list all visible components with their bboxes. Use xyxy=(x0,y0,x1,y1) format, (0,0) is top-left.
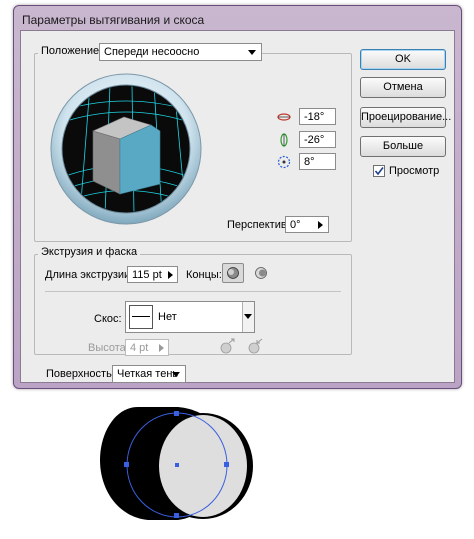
bevel-label: Скос: xyxy=(94,313,122,325)
chevron-right-icon xyxy=(159,344,164,352)
rotation-track-cube[interactable] xyxy=(50,73,202,225)
perspective-value: 0° xyxy=(290,219,301,231)
cap-on-button[interactable] xyxy=(222,263,244,283)
ok-button[interactable]: OK xyxy=(360,49,446,70)
rotate-y-icon xyxy=(280,133,288,147)
chevron-down-icon xyxy=(244,314,252,319)
title-bar[interactable]: Параметры вытягивания и скоса xyxy=(14,6,461,30)
rotate-x-field[interactable]: -18° xyxy=(299,108,336,125)
extrude-depth-field[interactable]: 115 pt xyxy=(127,266,178,283)
rotate-z-icon xyxy=(277,155,291,169)
bevel-out-icon[interactable] xyxy=(218,337,236,355)
cancel-button[interactable]: Отмена xyxy=(360,77,446,98)
chevron-down-icon xyxy=(248,50,256,55)
surface-dropdown[interactable]: Четкая тень xyxy=(112,365,186,383)
rotate-y-value: -26° xyxy=(304,134,325,146)
more-options-button[interactable]: Больше xyxy=(360,136,446,157)
bevel-preview xyxy=(129,305,153,329)
height-label: Высота: xyxy=(88,342,129,354)
perspective-field[interactable]: 0° xyxy=(285,216,329,233)
caps-label: Концы: xyxy=(186,269,222,281)
surface-value: Четкая тень xyxy=(117,368,179,380)
bevel-value: Нет xyxy=(158,311,177,323)
extrude-bevel-label: Экструзия и фаска xyxy=(38,246,141,258)
rotate-z-value: 8° xyxy=(304,156,315,168)
artboard-cylinder[interactable] xyxy=(100,395,265,530)
cap-on-icon xyxy=(227,267,239,279)
rotate-x-value: -18° xyxy=(304,111,325,123)
rotate-y-field[interactable]: -26° xyxy=(299,131,336,148)
rotate-x-icon xyxy=(277,113,291,121)
rotate-z-field[interactable]: 8° xyxy=(299,153,336,170)
surface-label: Поверхность: xyxy=(46,368,115,380)
height-field[interactable]: 4 pt xyxy=(125,339,169,356)
dialog-window: Параметры вытягивания и скоса Положение:… xyxy=(13,5,462,389)
bevel-dropdown[interactable]: Нет xyxy=(125,301,255,333)
position-value: Спереди несоосно xyxy=(104,46,200,58)
preview-checkbox[interactable] xyxy=(373,165,385,177)
chevron-down-icon xyxy=(172,372,180,377)
preview-label: Просмотр xyxy=(389,165,440,177)
height-value: 4 pt xyxy=(130,342,149,354)
dialog-title: Параметры вытягивания и скоса xyxy=(22,13,205,27)
chevron-right-icon xyxy=(168,271,173,279)
map-art-button[interactable]: Проецирование... xyxy=(360,107,451,128)
dialog-client-area: Положение: Спереди несоосно -18° -26° 8°… xyxy=(20,30,455,383)
extrude-depth-value: 115 pt xyxy=(132,269,162,281)
position-label: Положение: xyxy=(38,45,106,57)
cylinder-cap-face xyxy=(159,415,247,517)
cap-off-icon[interactable] xyxy=(252,265,270,281)
checkmark-icon xyxy=(374,167,384,176)
separator xyxy=(45,291,341,292)
extrude-depth-label: Длина экструзии: xyxy=(45,269,134,281)
chevron-right-icon xyxy=(318,221,323,229)
bevel-dropdown-toggle[interactable] xyxy=(242,302,254,332)
bevel-in-icon[interactable] xyxy=(246,337,264,355)
position-dropdown[interactable]: Спереди несоосно xyxy=(99,43,262,61)
